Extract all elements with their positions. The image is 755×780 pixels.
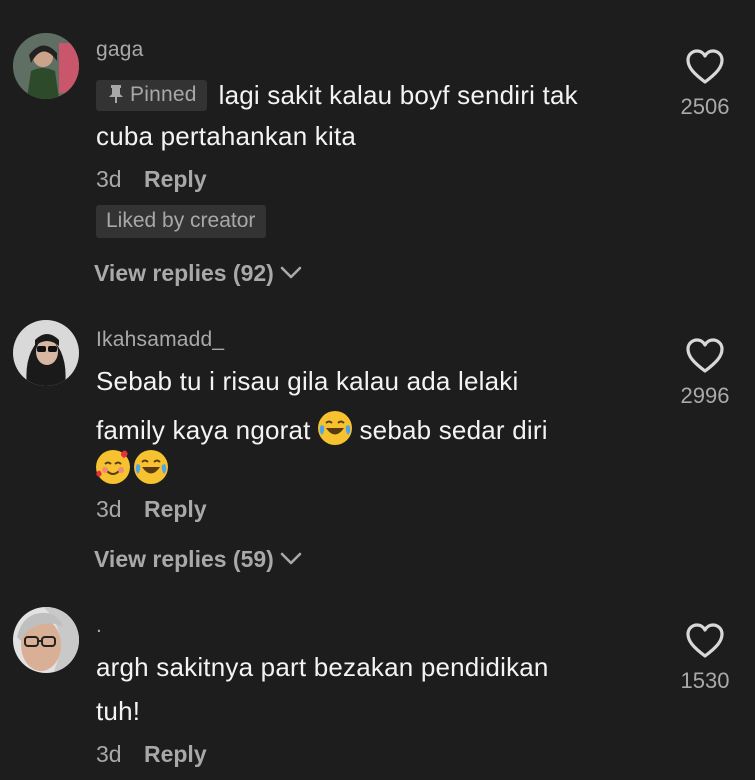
username[interactable]: . (96, 614, 102, 638)
avatar-image-icon (13, 607, 79, 673)
comment-date: 3d (96, 741, 122, 767)
like-count: 1530 (680, 668, 730, 693)
comment-meta: 3d Reply (96, 496, 207, 523)
like-count: 2506 (680, 94, 730, 119)
comment-text-line-2: family kaya ngorat sebab sedar diri (96, 411, 548, 446)
like-button[interactable]: 1530 (660, 622, 750, 694)
heart-outline-icon (686, 49, 724, 84)
pinned-label: Pinned (130, 83, 197, 106)
comment-text: sebab sedar diri (359, 415, 548, 445)
pin-icon (109, 85, 123, 103)
comment-text: family kaya ngorat (96, 415, 311, 445)
view-replies-label: View replies (59) (94, 546, 274, 572)
avatar[interactable] (13, 33, 79, 99)
comment-date: 3d (96, 166, 122, 192)
reply-button[interactable]: Reply (144, 166, 207, 192)
comment-date: 3d (96, 496, 122, 522)
avatar[interactable] (13, 607, 79, 673)
avatar[interactable] (13, 320, 79, 386)
avatar-image-icon (13, 320, 79, 386)
comment-meta: 3d Reply (96, 166, 207, 193)
comment-text-line-2: cuba pertahankan kita (96, 121, 357, 151)
chevron-down-icon (280, 552, 302, 565)
view-replies-button[interactable]: View replies (92) (94, 260, 302, 287)
comment-text-line-1: Pinned lagi sakit kalau boyf sendiri tak (96, 80, 578, 111)
username[interactable]: Ikahsamadd_ (96, 328, 224, 352)
comment-text-line-2: tuh! (96, 696, 141, 726)
tears-of-joy-emoji (134, 450, 168, 484)
username[interactable]: gaga (96, 38, 144, 62)
like-button[interactable]: 2996 (660, 337, 750, 409)
view-replies-button[interactable]: View replies (59) (94, 546, 302, 573)
comment-text-line-3 (96, 450, 168, 485)
comment-text: lagi sakit kalau boyf sendiri tak (218, 80, 578, 110)
avatar-image-icon (13, 33, 79, 99)
reply-button[interactable]: Reply (144, 741, 207, 767)
chevron-down-icon (280, 266, 302, 279)
view-replies-label: View replies (92) (94, 260, 274, 286)
reply-button[interactable]: Reply (144, 496, 207, 522)
heart-outline-icon (686, 338, 724, 373)
pinned-badge: Pinned (96, 80, 207, 111)
like-count: 2996 (680, 383, 730, 408)
comment-text-line-1: argh sakitnya part bezakan pendidikan (96, 652, 549, 682)
comment-text-line-1: Sebab tu i risau gila kalau ada lelaki (96, 366, 519, 396)
comment-meta: 3d Reply (96, 741, 207, 768)
heart-outline-icon (686, 623, 724, 658)
like-button[interactable]: 2506 (660, 48, 750, 120)
tears-of-joy-emoji (318, 411, 353, 445)
liked-by-creator-badge: Liked by creator (96, 205, 267, 238)
smiling-face-with-hearts-emoji (96, 450, 130, 484)
